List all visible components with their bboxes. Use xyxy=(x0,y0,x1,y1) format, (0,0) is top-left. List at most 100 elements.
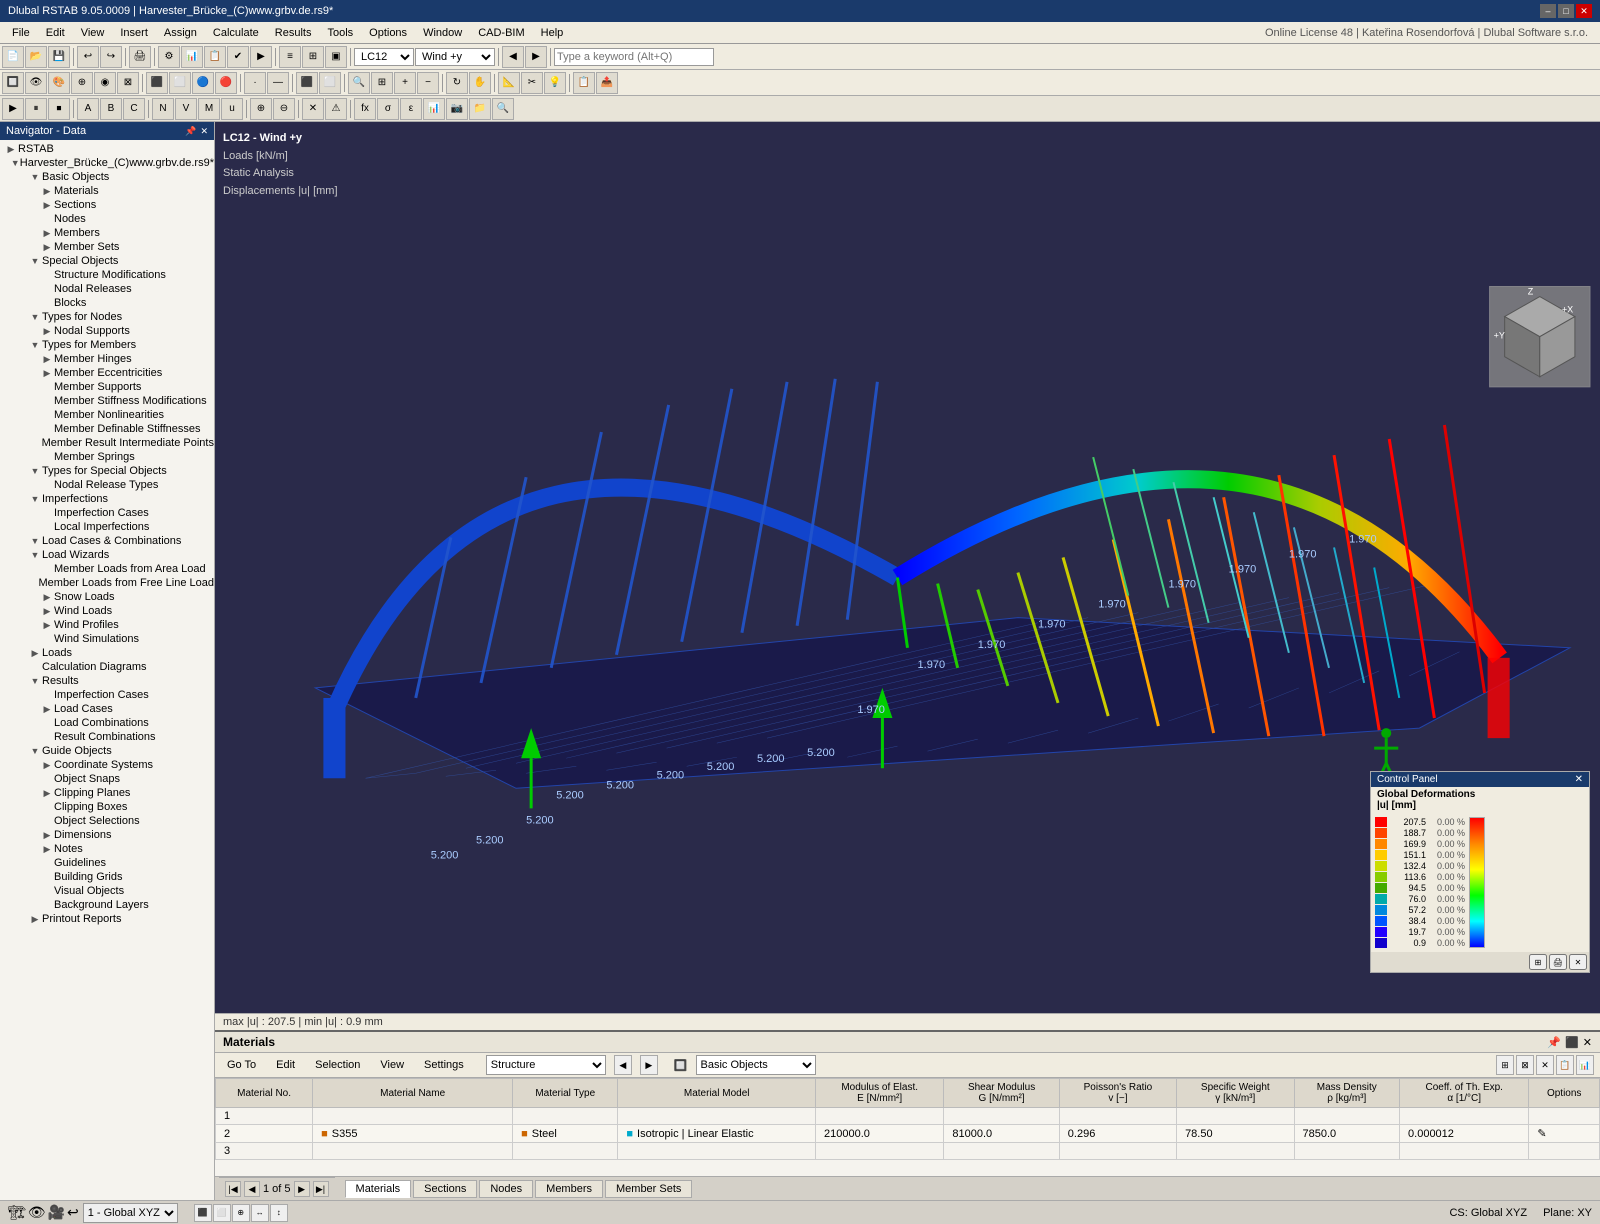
expand-icon[interactable]: ▶ xyxy=(40,186,54,197)
extra-btn-2[interactable]: σ xyxy=(377,98,399,120)
display-btn-3[interactable]: 🎨 xyxy=(48,72,70,94)
bp-tool-2[interactable]: ⊠ xyxy=(1516,1055,1534,1075)
tb-btn-6[interactable]: ≡ xyxy=(279,46,301,68)
table-row[interactable]: 3 xyxy=(216,1143,1600,1160)
tb-btn-2[interactable]: 📊 xyxy=(181,46,203,68)
extra-btn-3[interactable]: ε xyxy=(400,98,422,120)
tree-item-materials[interactable]: ▶Materials xyxy=(0,184,214,198)
expand-icon[interactable]: ▶ xyxy=(40,354,54,365)
zoom-fit-btn[interactable]: ⊞ xyxy=(371,72,393,94)
filter-btn[interactable]: 🔍 xyxy=(348,72,370,94)
tree-item-snow-loads[interactable]: ▶Snow Loads xyxy=(0,590,214,604)
status-icon-4[interactable]: ↩ xyxy=(67,1204,79,1221)
menu-results[interactable]: Results xyxy=(267,25,320,41)
cp-btn-2[interactable]: 🖨 xyxy=(1549,954,1567,970)
display-btn-4[interactable]: ⊕ xyxy=(71,72,93,94)
deselect-btn[interactable]: ⬜ xyxy=(319,72,341,94)
anim-btn-1[interactable]: ▶ xyxy=(2,98,24,120)
tree-item-guide-objects[interactable]: ▼Guide Objects xyxy=(0,744,214,758)
menu-view[interactable]: View xyxy=(73,25,113,41)
tree-item-clipping-boxes[interactable]: Clipping Boxes xyxy=(0,800,214,814)
bp-tool-3[interactable]: ✕ xyxy=(1536,1055,1554,1075)
cp-btn-1[interactable]: ⊞ xyxy=(1529,954,1547,970)
result-btn-1[interactable]: N xyxy=(152,98,174,120)
cp-close-icon[interactable]: ✕ xyxy=(1575,774,1583,785)
expand-icon[interactable]: ▶ xyxy=(40,830,54,841)
tree-item-dimensions[interactable]: ▶Dimensions xyxy=(0,828,214,842)
expand-icon[interactable]: ▶ xyxy=(40,844,54,855)
tree-item-types-for-special-objects[interactable]: ▼Types for Special Objects xyxy=(0,464,214,478)
expand-icon[interactable]: ▶ xyxy=(40,620,54,631)
undo-button[interactable]: ↩ xyxy=(77,46,99,68)
tb-btn-3[interactable]: 📋 xyxy=(204,46,226,68)
tree-item-object-selections[interactable]: Object Selections xyxy=(0,814,214,828)
expand-icon[interactable]: ▶ xyxy=(40,326,54,337)
view-btn-3[interactable]: 🔵 xyxy=(192,72,214,94)
report-btn[interactable]: 📋 xyxy=(573,72,595,94)
result-btn-2[interactable]: V xyxy=(175,98,197,120)
measure-btn[interactable]: 📐 xyxy=(498,72,520,94)
3d-view-area[interactable]: LC12 - Wind +y Loads [kN/m] Static Analy… xyxy=(215,122,1600,1013)
objects-filter[interactable]: Basic Objects xyxy=(696,1055,816,1075)
display-btn-2[interactable]: 👁 xyxy=(25,72,47,94)
menu-help[interactable]: Help xyxy=(533,25,572,41)
tree-item-types-for-nodes[interactable]: ▼Types for Nodes xyxy=(0,310,214,324)
del-btn[interactable]: ✕ xyxy=(302,98,324,120)
expand-icon[interactable]: ▼ xyxy=(28,172,42,182)
expand-icon[interactable]: ▶ xyxy=(40,228,54,239)
expand-icon[interactable]: ▼ xyxy=(28,746,42,756)
status-icon-3[interactable]: 🎥 xyxy=(48,1204,65,1221)
result-btn-3[interactable]: M xyxy=(198,98,220,120)
tree-item-basic-objects[interactable]: ▼Basic Objects xyxy=(0,170,214,184)
pan-btn[interactable]: ✋ xyxy=(469,72,491,94)
tab-members[interactable]: Members xyxy=(535,1180,603,1198)
expand-icon[interactable]: ▼ xyxy=(11,158,20,168)
tb-btn-4[interactable]: ✔ xyxy=(227,46,249,68)
result-btn-6[interactable]: ⊖ xyxy=(273,98,295,120)
tree-item-member-stiffness-modifications[interactable]: Member Stiffness Modifications xyxy=(0,394,214,408)
structure-filter[interactable]: Structure xyxy=(486,1055,606,1075)
menu-tools[interactable]: Tools xyxy=(319,25,361,41)
tree-item-notes[interactable]: ▶Notes xyxy=(0,842,214,856)
display-btn-1[interactable]: 🔲 xyxy=(2,72,24,94)
tree-item-nodal-supports[interactable]: ▶Nodal Supports xyxy=(0,324,214,338)
tree-item-member-hinges[interactable]: ▶Member Hinges xyxy=(0,352,214,366)
extra-btn-4[interactable]: 📊 xyxy=(423,98,445,120)
new-button[interactable]: 📄 xyxy=(2,46,24,68)
expand-icon[interactable]: ▶ xyxy=(4,144,18,155)
tree-item-visual-objects[interactable]: Visual Objects xyxy=(0,884,214,898)
select-all-btn[interactable]: ⬛ xyxy=(296,72,318,94)
table-row[interactable]: 1 xyxy=(216,1108,1600,1125)
disp-btn-b[interactable]: B xyxy=(100,98,122,120)
tab-nodes[interactable]: Nodes xyxy=(479,1180,533,1198)
tree-item-results[interactable]: ▼Results xyxy=(0,674,214,688)
expand-icon[interactable]: ▼ xyxy=(28,536,42,546)
menu-cad-bim[interactable]: CAD-BIM xyxy=(470,25,532,41)
tree-item-load-combinations[interactable]: Load Combinations xyxy=(0,716,214,730)
tree-item-nodal-release-types[interactable]: Nodal Release Types xyxy=(0,478,214,492)
tree-item-guidelines[interactable]: Guidelines xyxy=(0,856,214,870)
menu-window[interactable]: Window xyxy=(415,25,470,41)
sb-btn-2[interactable]: ⬜ xyxy=(213,1204,231,1222)
display-btn-5[interactable]: ◉ xyxy=(94,72,116,94)
cp-btn-3[interactable]: ✕ xyxy=(1569,954,1587,970)
menu-options[interactable]: Options xyxy=(361,25,415,41)
expand-icon[interactable]: ▶ xyxy=(40,242,54,253)
tree-item-wind-profiles[interactable]: ▶Wind Profiles xyxy=(0,618,214,632)
save-button[interactable]: 💾 xyxy=(48,46,70,68)
tree-item-imperfections[interactable]: ▼Imperfections xyxy=(0,492,214,506)
tree-item-member-loads-from-area-load[interactable]: Member Loads from Area Load xyxy=(0,562,214,576)
tree-item-clipping-planes[interactable]: ▶Clipping Planes xyxy=(0,786,214,800)
render-btn[interactable]: 💡 xyxy=(544,72,566,94)
tree-item-load-wizards[interactable]: ▼Load Wizards xyxy=(0,548,214,562)
tree-item-special-objects[interactable]: ▼Special Objects xyxy=(0,254,214,268)
anim-btn-2[interactable]: ⏸ xyxy=(25,98,47,120)
expand-icon[interactable]: ▶ xyxy=(40,592,54,603)
status-icon-2[interactable]: 👁 xyxy=(28,1204,46,1221)
tree-item-nodal-releases[interactable]: Nodal Releases xyxy=(0,282,214,296)
expand-icon[interactable]: ▼ xyxy=(28,550,42,560)
tree-item-calculation-diagrams[interactable]: Calculation Diagrams xyxy=(0,660,214,674)
tree-item-nodes[interactable]: Nodes xyxy=(0,212,214,226)
section-btn[interactable]: ✂ xyxy=(521,72,543,94)
search-input[interactable] xyxy=(554,48,714,66)
